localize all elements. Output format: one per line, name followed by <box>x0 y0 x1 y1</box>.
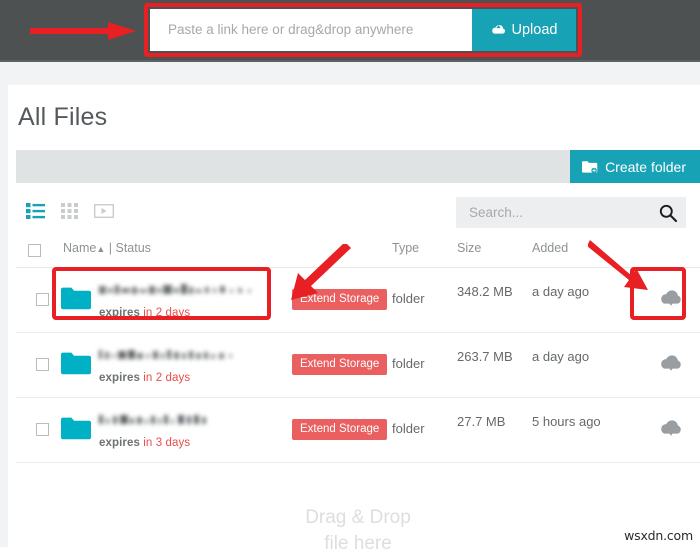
sort-ascending-icon: ▲ <box>96 244 106 254</box>
expires-text: expires <box>99 372 140 384</box>
column-header-name-label: Name <box>63 241 97 255</box>
expires-text: expires <box>99 437 140 449</box>
list-view-icon[interactable] <box>26 203 45 220</box>
column-header-type[interactable]: Type <box>392 241 419 255</box>
annotation-box-upload <box>144 3 582 57</box>
media-view-icon[interactable] <box>93 203 115 219</box>
file-added: a day ago <box>532 284 590 299</box>
page-title: All Files <box>18 103 108 131</box>
grid-view-icon[interactable] <box>61 203 78 219</box>
expires-when: in 2 days <box>143 372 191 384</box>
expires-label: expires in 2 days <box>99 307 284 319</box>
create-folder-label: Create folder <box>605 158 686 175</box>
column-header-added[interactable]: Added <box>532 241 568 255</box>
column-header-name[interactable]: Name▲ | Status <box>63 241 151 255</box>
file-name-redacted <box>99 350 232 359</box>
file-added: a day ago <box>532 349 590 364</box>
expires-label: expires in 2 days <box>99 372 284 384</box>
cloud-download-icon[interactable] <box>659 354 683 378</box>
file-added: 5 hours ago <box>532 414 601 429</box>
create-folder-button[interactable]: Create folder <box>570 150 700 183</box>
row-checkbox[interactable] <box>36 293 49 306</box>
expires-when: in 2 days <box>143 307 191 319</box>
table-header: Name▲ | Status Type Size Added <box>16 240 700 268</box>
file-type: folder <box>392 421 425 436</box>
actions-strip: Create folder <box>16 150 700 183</box>
drag-drop-line2: file here <box>324 533 392 554</box>
column-header-status: Status <box>115 241 151 255</box>
expires-label: expires in 3 days <box>99 437 284 449</box>
cloud-download-icon[interactable] <box>659 289 683 313</box>
expires-text: expires <box>99 307 140 319</box>
folder-icon <box>61 352 91 375</box>
extend-storage-button[interactable]: Extend Storage <box>292 354 388 375</box>
file-name-cell: expires in 2 days <box>99 347 284 384</box>
folder-plus-icon <box>582 160 598 173</box>
file-type: folder <box>392 291 425 306</box>
table-row[interactable]: expires in 3 days Extend Storage folder … <box>16 397 700 463</box>
file-size: 27.7 MB <box>457 414 506 429</box>
file-size: 263.7 MB <box>457 349 513 364</box>
extend-storage-button[interactable]: Extend Storage <box>292 289 388 310</box>
search-box <box>456 197 686 228</box>
folder-icon <box>61 287 91 310</box>
view-toggle-group <box>26 203 115 220</box>
watermark: wsxdn.com <box>624 528 693 543</box>
row-checkbox[interactable] <box>36 358 49 371</box>
column-header-size[interactable]: Size <box>457 241 481 255</box>
expires-when: in 3 days <box>143 437 191 449</box>
column-header-separator: | <box>108 241 112 255</box>
select-all-checkbox[interactable] <box>28 244 41 257</box>
drag-drop-zone[interactable]: Drag & Drop file here <box>16 491 700 554</box>
file-name-cell: expires in 3 days <box>99 412 284 449</box>
file-name-redacted <box>99 415 206 424</box>
file-size: 348.2 MB <box>457 284 513 299</box>
table-row[interactable]: expires in 2 days Extend Storage folder … <box>16 332 700 398</box>
file-name-cell: expires in 2 days <box>99 282 284 319</box>
file-name-redacted <box>99 284 251 294</box>
search-icon[interactable] <box>650 204 686 222</box>
row-checkbox[interactable] <box>36 423 49 436</box>
cloud-download-icon[interactable] <box>659 419 683 443</box>
search-input[interactable] <box>456 204 650 221</box>
file-type: folder <box>392 356 425 371</box>
folder-icon <box>61 417 91 440</box>
annotation-arrow-upload <box>30 22 136 40</box>
files-panel: All Files Create folder Search... Name▲ … <box>8 85 700 554</box>
table-row[interactable]: expires in 2 days Extend Storage folder … <box>16 267 700 333</box>
drag-drop-line1: Drag & Drop <box>305 507 411 528</box>
extend-storage-button[interactable]: Extend Storage <box>292 419 388 440</box>
